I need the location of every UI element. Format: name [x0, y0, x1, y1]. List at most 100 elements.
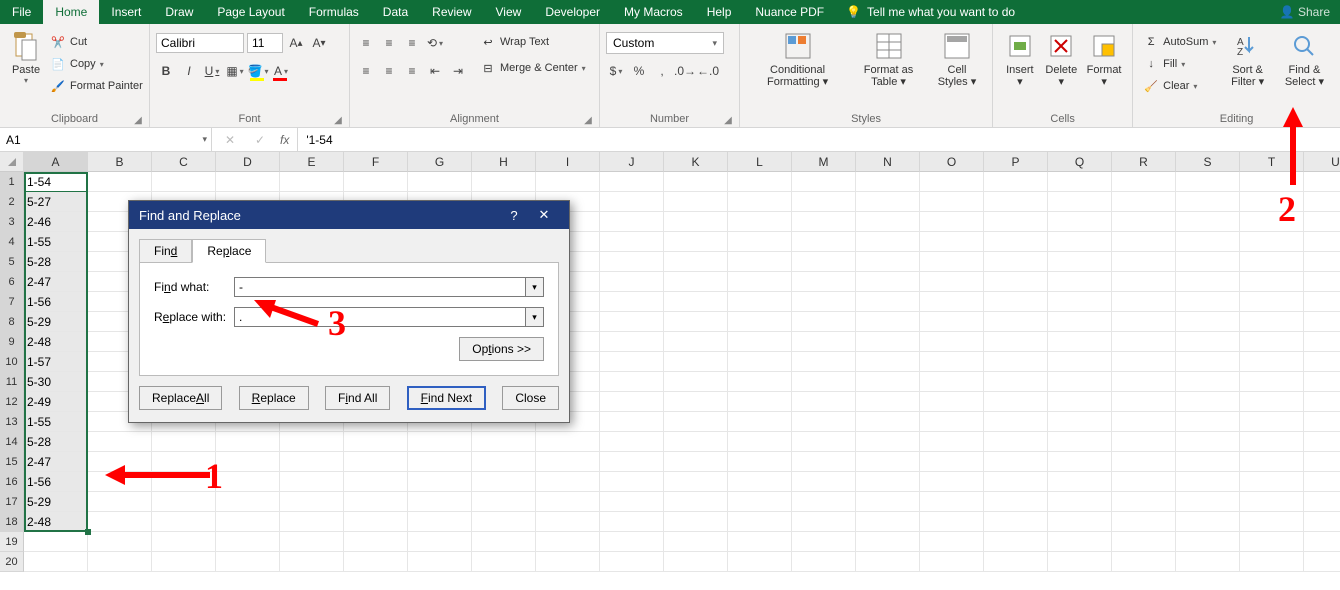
cell-S3[interactable] — [1176, 212, 1240, 232]
comma-button[interactable]: , — [652, 61, 672, 81]
cell-E19[interactable] — [280, 532, 344, 552]
cell-C20[interactable] — [152, 552, 216, 572]
cell-B16[interactable] — [88, 472, 152, 492]
cell-L5[interactable] — [728, 252, 792, 272]
cell-O13[interactable] — [920, 412, 984, 432]
cell-S20[interactable] — [1176, 552, 1240, 572]
cell-G14[interactable] — [408, 432, 472, 452]
cell-M13[interactable] — [792, 412, 856, 432]
cell-J13[interactable] — [600, 412, 664, 432]
column-header-S[interactable]: S — [1176, 152, 1240, 172]
cell-J8[interactable] — [600, 312, 664, 332]
find-what-dropdown[interactable]: ▾ — [526, 277, 544, 297]
cell-A7[interactable]: 1-56 — [24, 292, 88, 312]
cell-F17[interactable] — [344, 492, 408, 512]
cell-K4[interactable] — [664, 232, 728, 252]
tab-my-macros[interactable]: My Macros — [612, 0, 695, 24]
cell-E18[interactable] — [280, 512, 344, 532]
cell-A13[interactable]: 1-55 — [24, 412, 88, 432]
find-select-button[interactable]: Find & Select ▾ — [1275, 28, 1334, 90]
number-launcher[interactable]: ◢ — [723, 115, 733, 125]
cell-A10[interactable]: 1-57 — [24, 352, 88, 372]
cell-O20[interactable] — [920, 552, 984, 572]
replace-with-dropdown[interactable]: ▾ — [526, 307, 544, 327]
cell-P15[interactable] — [984, 452, 1048, 472]
cell-M10[interactable] — [792, 352, 856, 372]
cell-N14[interactable] — [856, 432, 920, 452]
cell-S16[interactable] — [1176, 472, 1240, 492]
cell-A20[interactable] — [24, 552, 88, 572]
cell-P5[interactable] — [984, 252, 1048, 272]
cell-D15[interactable] — [216, 452, 280, 472]
cell-P4[interactable] — [984, 232, 1048, 252]
cell-J1[interactable] — [600, 172, 664, 192]
cell-L19[interactable] — [728, 532, 792, 552]
cell-J12[interactable] — [600, 392, 664, 412]
cell-T8[interactable] — [1240, 312, 1304, 332]
column-header-C[interactable]: C — [152, 152, 216, 172]
cell-U3[interactable] — [1304, 212, 1340, 232]
cell-H16[interactable] — [472, 472, 536, 492]
cell-Q20[interactable] — [1048, 552, 1112, 572]
cell-T18[interactable] — [1240, 512, 1304, 532]
cell-E15[interactable] — [280, 452, 344, 472]
cell-M12[interactable] — [792, 392, 856, 412]
cell-U17[interactable] — [1304, 492, 1340, 512]
cell-T13[interactable] — [1240, 412, 1304, 432]
cell-I16[interactable] — [536, 472, 600, 492]
row-header-20[interactable]: 20 — [0, 552, 24, 572]
dialog-tab-replace[interactable]: Replace — [192, 239, 266, 263]
column-header-M[interactable]: M — [792, 152, 856, 172]
cut-button[interactable]: ✂️Cut — [46, 32, 147, 52]
cell-J19[interactable] — [600, 532, 664, 552]
row-header-19[interactable]: 19 — [0, 532, 24, 552]
cell-D17[interactable] — [216, 492, 280, 512]
cell-H15[interactable] — [472, 452, 536, 472]
cell-E20[interactable] — [280, 552, 344, 572]
cell-S12[interactable] — [1176, 392, 1240, 412]
cell-S8[interactable] — [1176, 312, 1240, 332]
cell-I14[interactable] — [536, 432, 600, 452]
cell-M18[interactable] — [792, 512, 856, 532]
cell-P3[interactable] — [984, 212, 1048, 232]
cell-T5[interactable] — [1240, 252, 1304, 272]
cell-G16[interactable] — [408, 472, 472, 492]
cell-K19[interactable] — [664, 532, 728, 552]
tell-me-search[interactable]: 💡 Tell me what you want to do — [846, 0, 1015, 24]
cell-J6[interactable] — [600, 272, 664, 292]
cell-S10[interactable] — [1176, 352, 1240, 372]
cell-T16[interactable] — [1240, 472, 1304, 492]
cell-N15[interactable] — [856, 452, 920, 472]
cell-L1[interactable] — [728, 172, 792, 192]
cell-F1[interactable] — [344, 172, 408, 192]
dialog-help-button[interactable]: ? — [499, 208, 529, 223]
column-header-N[interactable]: N — [856, 152, 920, 172]
tab-nuance-pdf[interactable]: Nuance PDF — [743, 0, 836, 24]
cell-T2[interactable] — [1240, 192, 1304, 212]
column-header-L[interactable]: L — [728, 152, 792, 172]
cell-P8[interactable] — [984, 312, 1048, 332]
cell-U7[interactable] — [1304, 292, 1340, 312]
cell-N11[interactable] — [856, 372, 920, 392]
cell-S4[interactable] — [1176, 232, 1240, 252]
replace-button[interactable]: Replace — [239, 386, 309, 410]
cell-U8[interactable] — [1304, 312, 1340, 332]
cell-J11[interactable] — [600, 372, 664, 392]
fill-color-button[interactable]: 🪣 — [248, 61, 268, 81]
cell-J10[interactable] — [600, 352, 664, 372]
column-header-F[interactable]: F — [344, 152, 408, 172]
cell-F16[interactable] — [344, 472, 408, 492]
cell-T10[interactable] — [1240, 352, 1304, 372]
cell-K10[interactable] — [664, 352, 728, 372]
cell-A14[interactable]: 5-28 — [24, 432, 88, 452]
cell-A2[interactable]: 5-27 — [24, 192, 88, 212]
cell-J4[interactable] — [600, 232, 664, 252]
cell-G19[interactable] — [408, 532, 472, 552]
cell-T6[interactable] — [1240, 272, 1304, 292]
cell-A6[interactable]: 2-47 — [24, 272, 88, 292]
cell-Q8[interactable] — [1048, 312, 1112, 332]
cell-R10[interactable] — [1112, 352, 1176, 372]
cell-B18[interactable] — [88, 512, 152, 532]
row-header-10[interactable]: 10 — [0, 352, 24, 372]
sort-filter-button[interactable]: AZ Sort & Filter ▾ — [1220, 28, 1274, 90]
